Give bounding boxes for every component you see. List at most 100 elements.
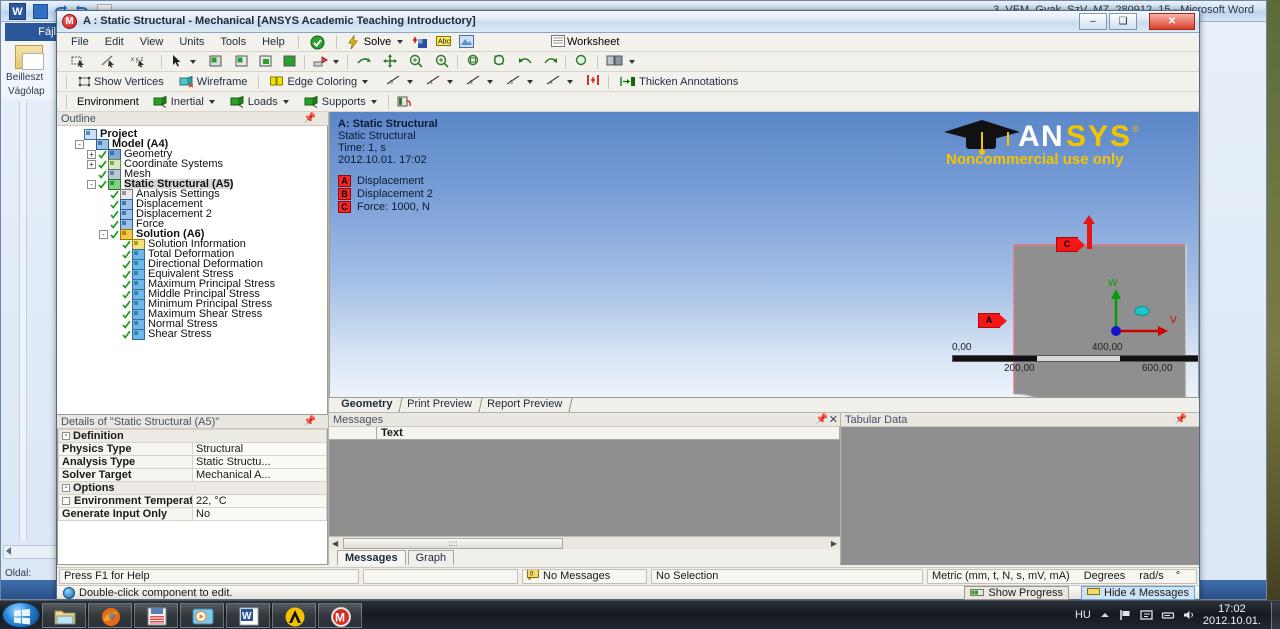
pan-rotate-icon[interactable] <box>313 54 328 69</box>
graphics-toolbar[interactable]: x y z <box>57 52 1199 72</box>
select-all-icon[interactable] <box>281 54 296 69</box>
legend-item-c[interactable]: C Force: 1000, N <box>338 201 438 213</box>
details-row[interactable]: Physics Type Structural <box>58 442 327 456</box>
inertial-button[interactable]: Inertial <box>150 93 218 110</box>
tabular-pin-icon[interactable]: 📌 <box>1175 414 1187 425</box>
details-row[interactable]: - Definition <box>58 429 327 443</box>
wireframe-button[interactable]: Wireframe <box>176 73 251 90</box>
orientation-triad[interactable]: W V <box>1098 278 1178 339</box>
pan-icon[interactable] <box>382 54 397 69</box>
green-check-icon[interactable] <box>310 35 325 50</box>
menu-tools[interactable]: Tools <box>212 35 254 49</box>
edge-thickness-1-caret[interactable] <box>447 79 454 84</box>
edge-thickness-2-icon[interactable]: 2 <box>466 74 482 89</box>
volume-icon[interactable] <box>1182 608 1196 622</box>
tab-report-preview[interactable]: Report Preview <box>479 398 573 412</box>
messages-horizontal-scrollbar[interactable]: ◀ :::: ▶ <box>329 536 840 549</box>
condition-icon[interactable] <box>397 96 412 108</box>
edge-thickness-3-icon[interactable]: 3 <box>506 74 522 89</box>
word-file-tab[interactable]: Fájl <box>5 23 61 41</box>
cursor-mode-icon[interactable] <box>170 54 185 69</box>
outline-node-shear-stress[interactable]: Shear Stress <box>61 328 327 340</box>
next-view-icon[interactable] <box>542 54 557 69</box>
menu-view[interactable]: View <box>132 35 172 49</box>
messages-pin-icon[interactable]: 📌 <box>816 414 828 425</box>
select-single-icon[interactable] <box>233 54 248 69</box>
environment-toolbar[interactable]: Environment Inertial Loads Supports <box>57 92 1199 112</box>
media-taskbar-item[interactable] <box>180 602 224 628</box>
details-table-wrap[interactable]: - Definition Physics Type Structural Analysi… <box>57 429 328 565</box>
pan-rotate-caret[interactable] <box>333 59 339 64</box>
collapse-icon[interactable]: - <box>62 432 70 441</box>
details-row[interactable]: Generate Input Only No <box>58 507 327 521</box>
messages-grid-body[interactable] <box>329 440 840 536</box>
messages-close-icon[interactable]: ✕ <box>829 413 838 426</box>
scroll-thumb[interactable]: :::: <box>343 538 563 549</box>
messages-tabs[interactable]: Messages Graph <box>329 549 840 565</box>
annotation-tag-c[interactable]: C <box>1056 237 1085 252</box>
outline-node-project[interactable]: Project <box>61 128 327 140</box>
minimize-button[interactable]: – <box>1079 13 1107 30</box>
details-row[interactable]: Analysis Type Static Structu... <box>58 455 327 469</box>
action-center-icon[interactable] <box>1140 608 1154 622</box>
loads-button[interactable]: Loads <box>227 93 292 110</box>
expand-icon[interactable]: + <box>87 149 96 159</box>
edge-thickness-2-caret[interactable] <box>487 79 494 84</box>
show-progress-button[interactable]: Show Progress <box>964 585 1069 600</box>
tabular-grid-body[interactable] <box>841 427 1199 565</box>
scroll-right-arrow-icon[interactable]: ▶ <box>831 539 837 548</box>
expand-icon[interactable]: + <box>87 159 96 169</box>
hide-messages-button[interactable]: Hide 4 Messages <box>1081 585 1195 600</box>
details-property-value[interactable]: Structural <box>192 442 327 456</box>
details-property-value[interactable]: Static Structu... <box>192 455 327 469</box>
edge-thickness-x-icon[interactable]: x <box>546 74 562 89</box>
word-horizontal-scrollbar[interactable] <box>3 545 59 559</box>
flag-icon[interactable] <box>1119 608 1133 622</box>
environment-label[interactable]: Environment <box>77 96 139 108</box>
menu-units[interactable]: Units <box>171 35 212 49</box>
status-messages[interactable]: 0 No Messages <box>522 569 647 584</box>
tab-geometry[interactable]: Geometry <box>333 398 403 412</box>
view-toolbar[interactable]: Show Vertices Wireframe Edge Coloring 0 … <box>57 72 1199 92</box>
tab-graph[interactable]: Graph <box>407 549 455 565</box>
select-edge-icon[interactable] <box>101 54 116 69</box>
close-button[interactable]: ✕ <box>1149 13 1195 30</box>
firefox-taskbar-item[interactable] <box>88 602 132 628</box>
thicken-annotations-button[interactable]: Thicken Annotations <box>617 73 741 90</box>
details-row[interactable]: Solver Target Mechanical A... <box>58 468 327 482</box>
edge-thickness-0-caret[interactable] <box>407 79 414 84</box>
supports-button[interactable]: Supports <box>301 93 380 110</box>
magnify-icon[interactable] <box>574 54 589 69</box>
display-mode-caret[interactable] <box>629 59 635 64</box>
tab-messages[interactable]: Messages <box>337 549 406 565</box>
new-chart-icon[interactable] <box>413 35 428 50</box>
edge-thickness-x-caret[interactable] <box>567 79 574 84</box>
details-row[interactable]: - Options <box>58 481 327 495</box>
solve-dropdown-caret[interactable] <box>397 40 404 44</box>
ansys-mechanical-window[interactable]: M A : Static Structural - Mechanical [AN… <box>56 10 1200 600</box>
word-taskbar-item[interactable]: W <box>226 602 270 628</box>
menu-file[interactable]: File <box>63 35 97 49</box>
tab-print-preview[interactable]: Print Preview <box>399 398 483 412</box>
zoom-to-fit-icon[interactable] <box>466 54 481 69</box>
collapse-icon[interactable]: - <box>62 484 70 493</box>
maximize-button[interactable]: ❑ <box>1109 13 1137 30</box>
outline-node-model-a4[interactable]: - Model (A4) <box>61 138 327 150</box>
zoom-in-icon[interactable] <box>434 54 449 69</box>
display-mode-icon[interactable] <box>606 54 624 69</box>
collapse-icon[interactable]: - <box>75 139 84 149</box>
ansys-taskbar-item[interactable] <box>272 602 316 628</box>
zoom-box-icon[interactable] <box>492 54 507 69</box>
windows-taskbar[interactable]: W M HU 17:02 2012.10.01. <box>0 600 1280 629</box>
lightning-bolt-icon[interactable] <box>346 33 361 50</box>
previous-view-icon[interactable] <box>518 54 533 69</box>
solve-button-label[interactable]: Solve <box>364 36 392 48</box>
chevron-up-icon[interactable] <box>1098 608 1112 622</box>
legend-item-a[interactable]: A Displacement <box>338 175 438 187</box>
details-property-value[interactable]: Mechanical A... <box>192 468 327 482</box>
details-property-value[interactable]: 22, °C <box>192 494 327 508</box>
zoom-icon[interactable] <box>408 54 423 69</box>
show-vertices-button[interactable]: Show Vertices <box>75 73 167 90</box>
image-icon[interactable] <box>459 34 475 50</box>
property-checkbox[interactable] <box>62 497 70 506</box>
